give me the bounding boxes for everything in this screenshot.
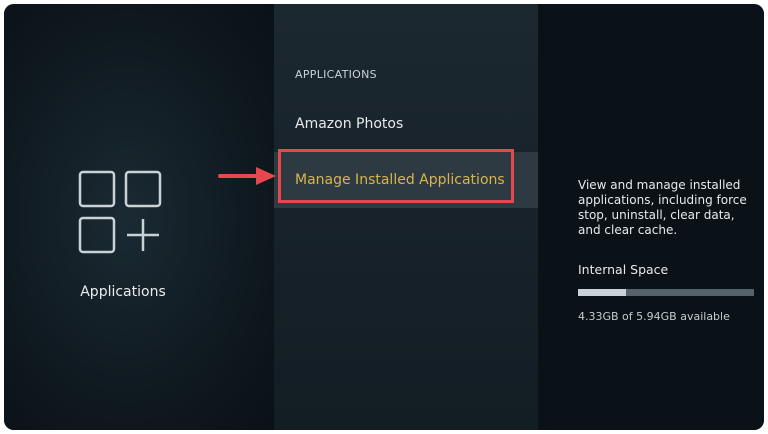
arrow-right-icon	[218, 167, 276, 185]
category-panel: Applications	[4, 4, 274, 430]
menu-panel: APPLICATIONS Amazon Photos Manage Instal…	[274, 4, 538, 430]
storage-text: 4.33GB of 5.94GB available	[578, 310, 730, 323]
description-text: View and manage installed applications, …	[578, 178, 747, 237]
storage-bar-fill	[578, 289, 626, 296]
menu-item-manage-installed-applications[interactable]: Manage Installed Applications	[274, 152, 538, 208]
apps-grid-icon	[78, 170, 162, 254]
menu-item-amazon-photos[interactable]: Amazon Photos	[274, 96, 538, 152]
storage-bar	[578, 289, 754, 296]
category-label: Applications	[80, 284, 166, 300]
menu-header: APPLICATIONS	[295, 68, 377, 81]
fire-tv-settings-screen: Applications APPLICATIONS Amazon Photos …	[4, 4, 764, 430]
storage-label: Internal Space	[578, 262, 669, 277]
